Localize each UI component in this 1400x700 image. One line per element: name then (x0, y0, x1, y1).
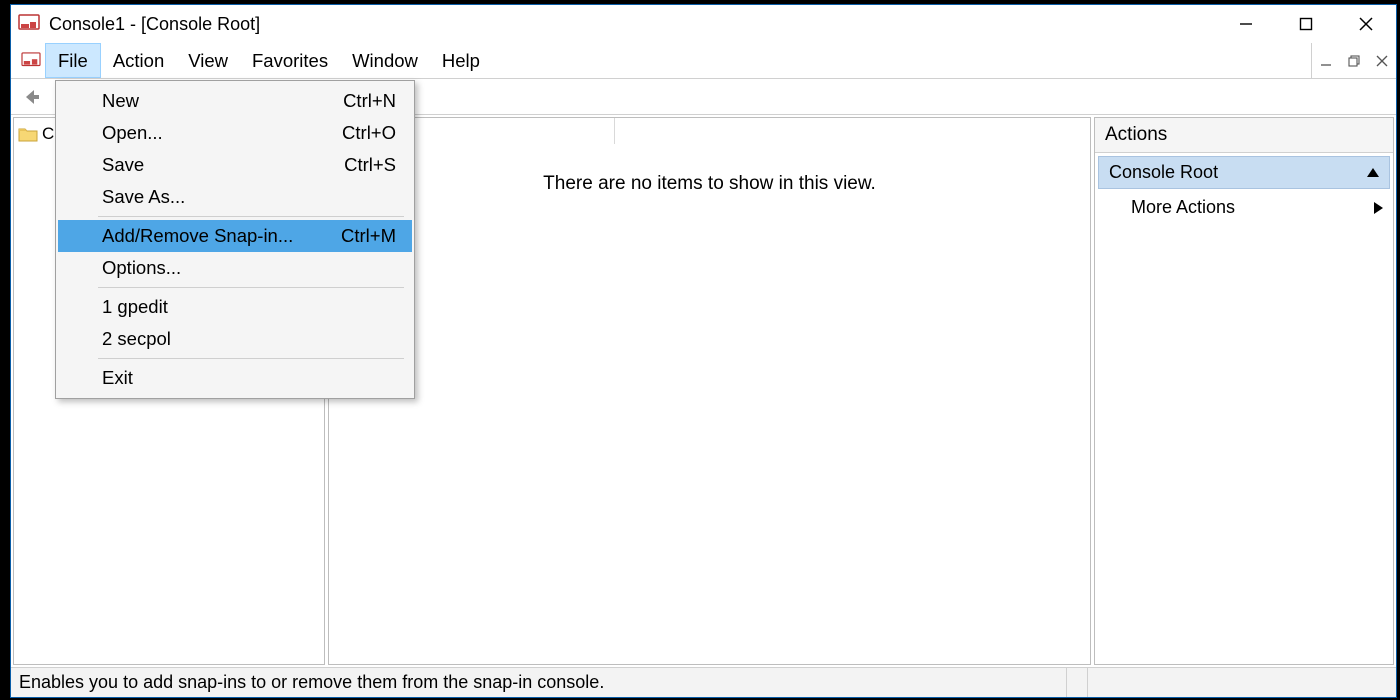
menu-new[interactable]: New Ctrl+N (58, 85, 412, 117)
menu-file-label: File (58, 50, 88, 72)
menu-new-shortcut: Ctrl+N (343, 90, 396, 112)
menu-save-as-label: Save As... (102, 186, 185, 208)
mmc-window: Console1 - [Console Root] File Action Vi… (10, 4, 1397, 698)
actions-pane: Actions Console Root More Actions (1094, 117, 1394, 665)
statusbar: Enables you to add snap-ins to or remove… (11, 667, 1396, 697)
collapse-icon (1367, 168, 1379, 177)
close-button[interactable] (1336, 5, 1396, 43)
menu-favorites-label: Favorites (252, 50, 328, 72)
menu-options-label: Options... (102, 257, 181, 279)
menu-save-shortcut: Ctrl+S (344, 154, 396, 176)
status-mid (1066, 668, 1088, 697)
actions-section-label: Console Root (1109, 162, 1218, 183)
back-button[interactable] (17, 83, 45, 111)
actions-more[interactable]: More Actions (1095, 189, 1393, 226)
mdi-close-button[interactable] (1368, 43, 1396, 78)
menu-open-shortcut: Ctrl+O (342, 122, 396, 144)
actions-header: Actions (1095, 118, 1393, 153)
menu-action[interactable]: Action (101, 43, 176, 78)
menu-view-label: View (188, 50, 228, 72)
mdi-app-icon[interactable] (17, 43, 45, 78)
menu-add-remove-snapin-label: Add/Remove Snap-in... (102, 225, 293, 247)
menu-help[interactable]: Help (430, 43, 492, 78)
status-right (1088, 668, 1388, 697)
folder-icon (18, 125, 38, 143)
content-pane[interactable]: There are no items to show in this view. (328, 117, 1091, 665)
actions-section[interactable]: Console Root (1098, 156, 1390, 189)
menu-exit[interactable]: Exit (58, 362, 412, 394)
titlebar: Console1 - [Console Root] (11, 5, 1396, 43)
menu-separator (98, 358, 404, 359)
menu-new-label: New (102, 90, 139, 112)
menu-window[interactable]: Window (340, 43, 430, 78)
menu-open-label: Open... (102, 122, 163, 144)
menu-recent-2[interactable]: 2 secpol (58, 323, 412, 355)
minimize-button[interactable] (1216, 5, 1276, 43)
empty-message: There are no items to show in this view. (329, 173, 1090, 195)
mdi-minimize-button[interactable] (1312, 43, 1340, 78)
column-separator[interactable] (614, 118, 615, 144)
menu-options[interactable]: Options... (58, 252, 412, 284)
menu-save-label: Save (102, 154, 144, 176)
menubar: File Action View Favorites Window Help (11, 43, 1396, 79)
submenu-icon (1374, 202, 1383, 214)
menu-add-remove-snapin[interactable]: Add/Remove Snap-in... Ctrl+M (58, 220, 412, 252)
menu-window-label: Window (352, 50, 418, 72)
mmc-app-icon (17, 13, 41, 35)
menu-exit-label: Exit (102, 367, 133, 389)
menu-recent-1[interactable]: 1 gpedit (58, 291, 412, 323)
menu-open[interactable]: Open... Ctrl+O (58, 117, 412, 149)
menu-file[interactable]: File (45, 43, 101, 78)
status-text: Enables you to add snap-ins to or remove… (19, 668, 1066, 697)
actions-more-label: More Actions (1131, 197, 1235, 218)
menu-action-label: Action (113, 50, 164, 72)
mdi-controls (1311, 43, 1396, 78)
menu-add-remove-snapin-shortcut: Ctrl+M (341, 225, 396, 247)
menu-view[interactable]: View (176, 43, 240, 78)
menu-recent-1-label: 1 gpedit (102, 296, 168, 318)
menu-favorites[interactable]: Favorites (240, 43, 340, 78)
maximize-button[interactable] (1276, 5, 1336, 43)
menu-save-as[interactable]: Save As... (58, 181, 412, 213)
file-dropdown: New Ctrl+N Open... Ctrl+O Save Ctrl+S Sa… (55, 80, 415, 399)
menu-save[interactable]: Save Ctrl+S (58, 149, 412, 181)
menu-separator (98, 287, 404, 288)
menu-help-label: Help (442, 50, 480, 72)
mdi-restore-button[interactable] (1340, 43, 1368, 78)
window-title: Console1 - [Console Root] (49, 14, 260, 35)
menu-separator (98, 216, 404, 217)
menu-recent-2-label: 2 secpol (102, 328, 171, 350)
window-controls (1216, 5, 1396, 43)
